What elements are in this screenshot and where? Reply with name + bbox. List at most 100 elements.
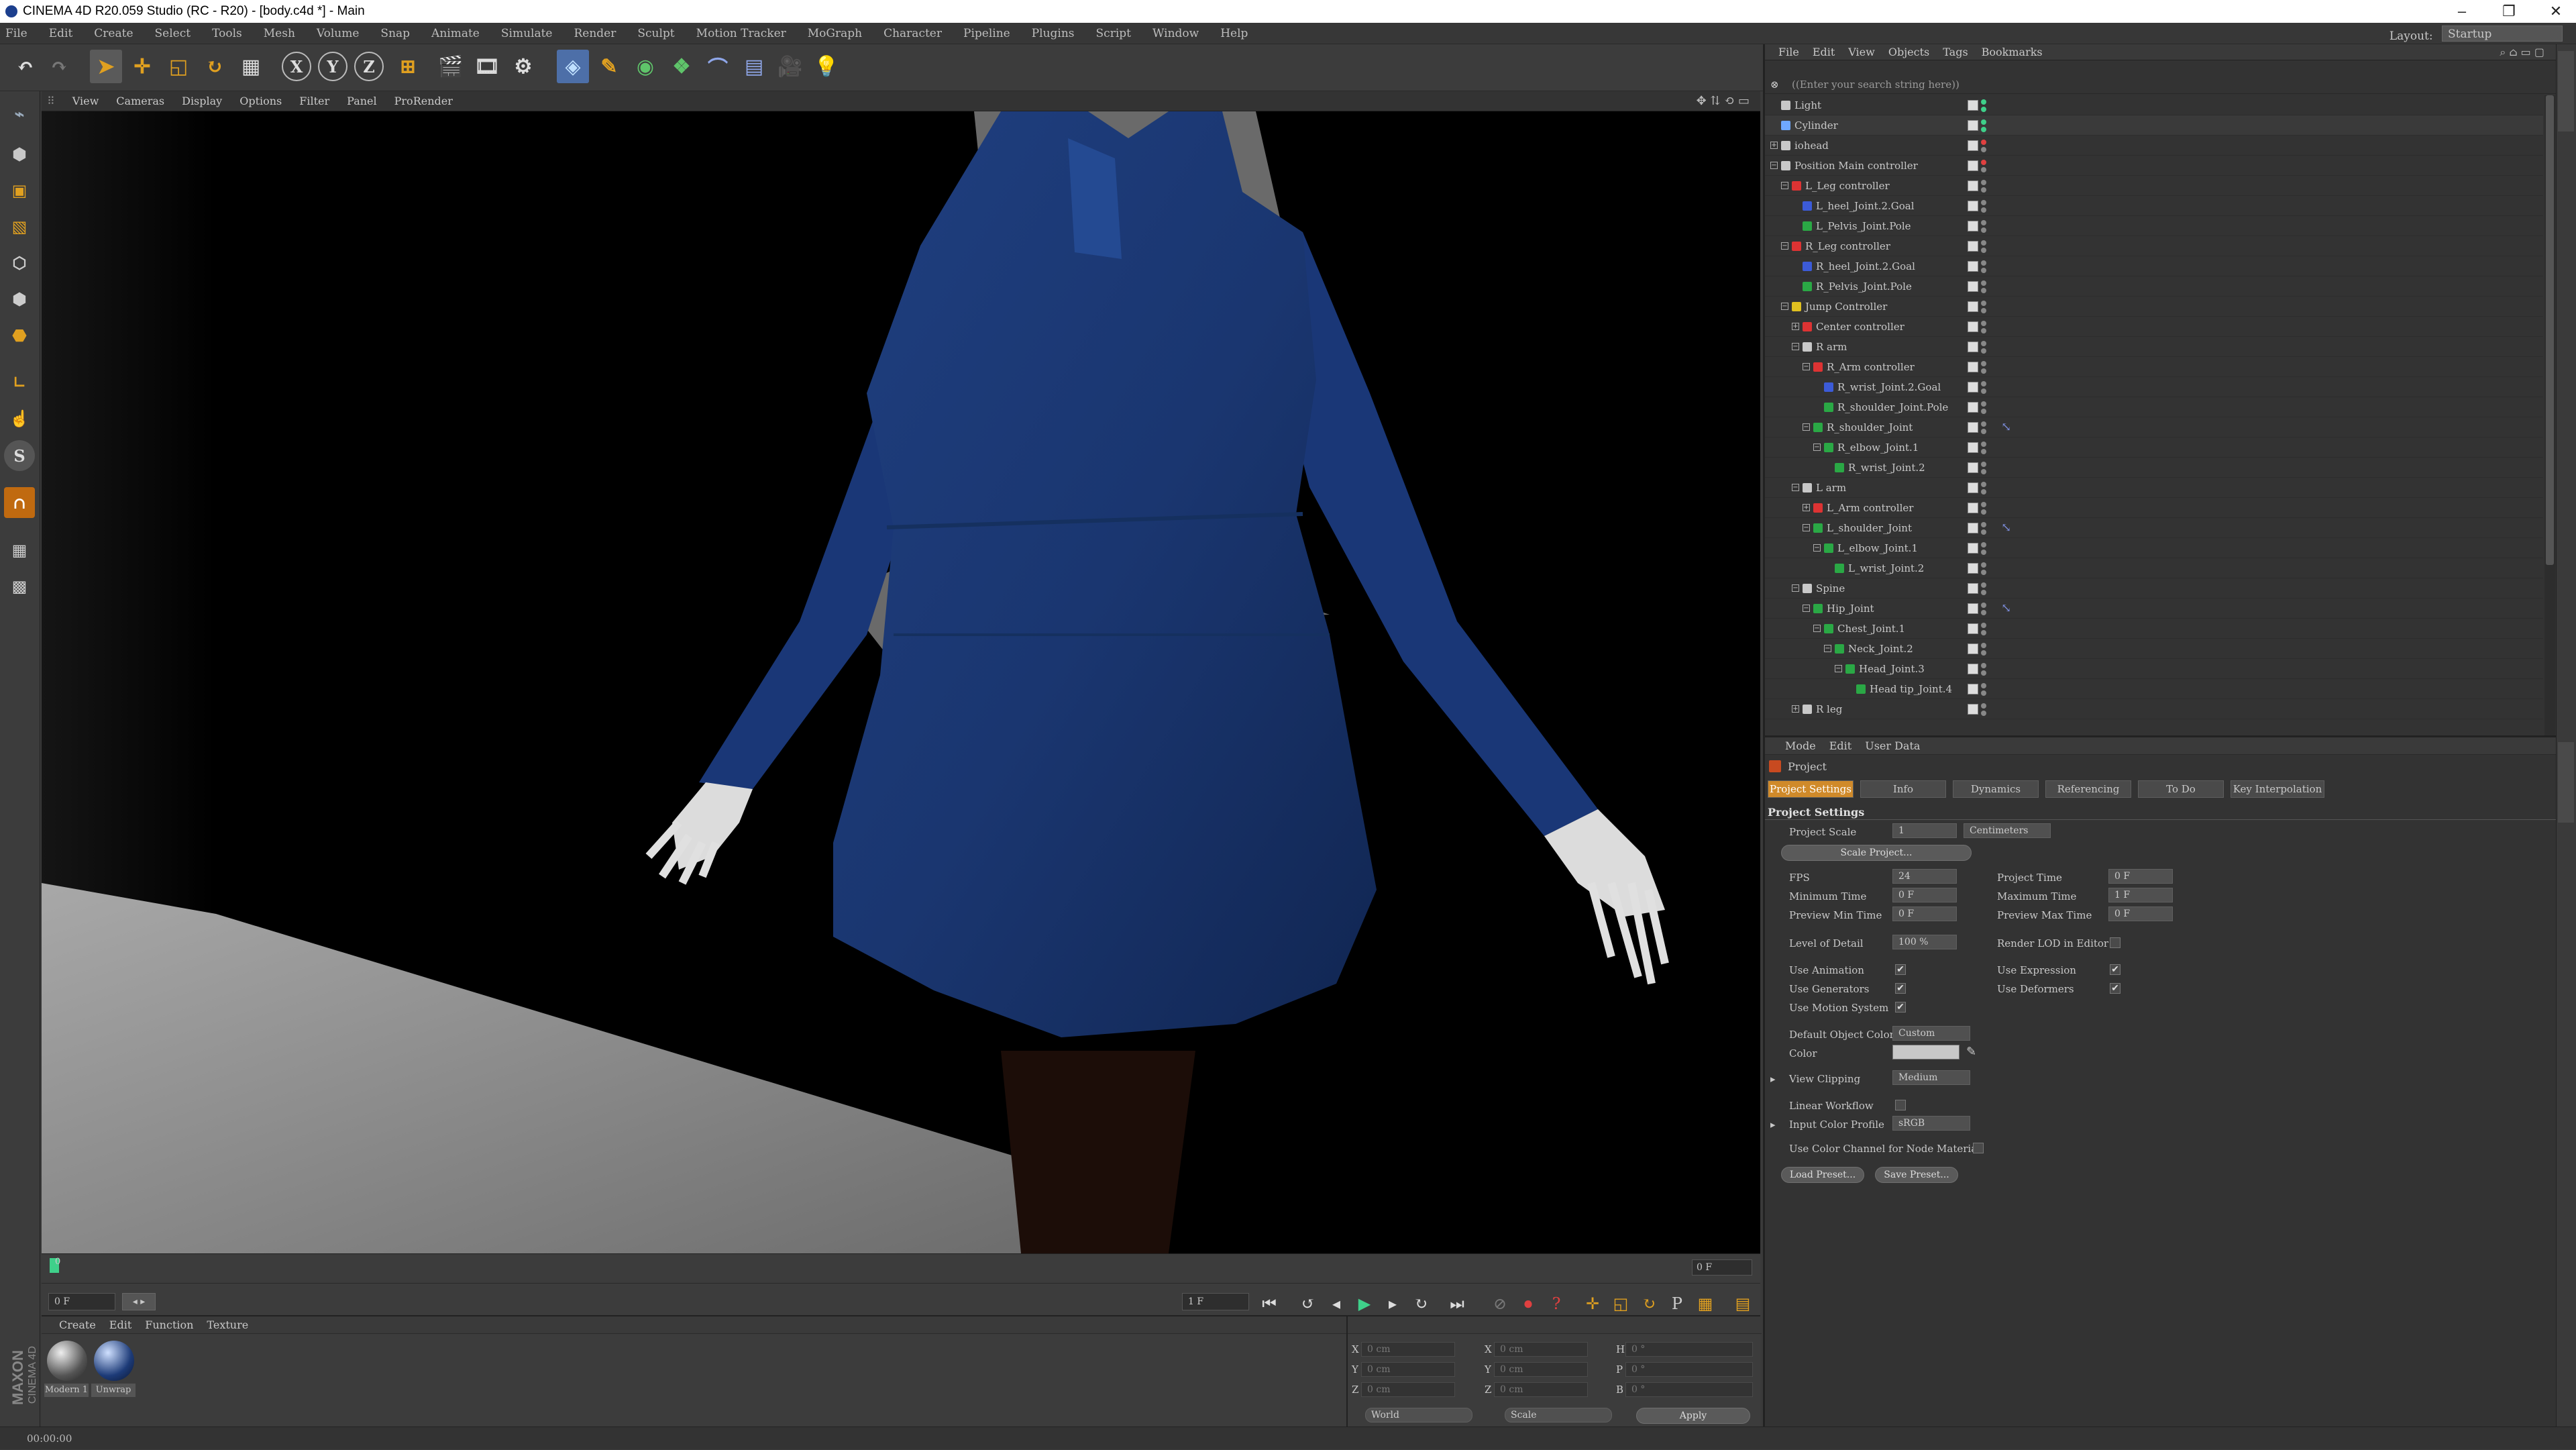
layer-tag-icon[interactable] [1968, 603, 1978, 614]
use-animation-checkbox[interactable]: ✔ [1895, 964, 1906, 975]
layer-tag-icon[interactable] [1968, 342, 1978, 352]
editor-visibility-icon[interactable] [1981, 442, 1986, 447]
layer-tag-icon[interactable] [1968, 482, 1978, 493]
coord-apply-button[interactable]: Apply [1636, 1408, 1750, 1424]
editor-visibility-icon[interactable] [1981, 582, 1986, 588]
object-name[interactable]: R_shoulder_Joint [1827, 417, 1913, 437]
points-mode-icon[interactable]: ⬡ [4, 247, 35, 278]
menu-item[interactable]: Motion Tracker [696, 23, 786, 44]
object-row[interactable]: Head tip_Joint.4 [1765, 679, 2543, 699]
rotate-tool-icon[interactable]: ↻ [199, 50, 231, 83]
render-visibility-icon[interactable] [1981, 389, 1986, 394]
tweak-mode-icon[interactable]: ☝ [4, 403, 35, 433]
attribute-tab[interactable]: Dynamics [1953, 780, 2039, 798]
object-name[interactable]: R_wrist_Joint.2.Goal [1837, 377, 1941, 397]
tree-expander-icon[interactable]: − [1770, 162, 1778, 169]
next-key-icon[interactable]: ↻ [1407, 1290, 1434, 1317]
project-time-field[interactable]: 0 F [2108, 869, 2173, 884]
layer-tag-icon[interactable] [1968, 643, 1978, 654]
load-preset-button[interactable]: Load Preset... [1781, 1167, 1864, 1183]
object-row[interactable]: − Hip_Joint ⤡ [1765, 599, 2543, 619]
object-row[interactable]: − L_Leg controller [1765, 176, 2543, 196]
record-keys-icon[interactable]: ⊘ [1487, 1290, 1513, 1317]
current-frame-field[interactable]: 0 F [48, 1293, 115, 1310]
ik-tag-icon[interactable]: ⤡ [2001, 602, 2016, 615]
material-menu-item[interactable]: Edit [109, 1316, 131, 1334]
editor-visibility-icon[interactable] [1981, 502, 1986, 507]
render-visibility-icon[interactable] [1981, 429, 1986, 434]
object-name[interactable]: L_Pelvis_Joint.Pole [1816, 216, 1911, 236]
object-row[interactable]: − Head_Joint.3 [1765, 659, 2543, 679]
z-axis-lock-button[interactable]: Z [354, 52, 384, 81]
tree-expander-icon[interactable]: − [1824, 645, 1831, 652]
viewport-menu-item[interactable]: Cameras [116, 91, 164, 111]
object-name[interactable]: Head tip_Joint.4 [1870, 679, 1952, 699]
object-name[interactable]: R_shoulder_Joint.Pole [1837, 397, 1948, 417]
object-row[interactable]: + Center controller [1765, 317, 2543, 337]
node-material-checkbox[interactable] [1973, 1143, 1984, 1153]
y-axis-lock-button[interactable]: Y [318, 52, 347, 81]
menu-item[interactable]: Tools [212, 23, 242, 44]
objects-side-tab[interactable] [2558, 51, 2574, 132]
editor-visibility-icon[interactable] [1981, 462, 1986, 467]
layer-tag-icon[interactable] [1968, 362, 1978, 372]
autokey-icon[interactable]: ? [1543, 1290, 1570, 1317]
select-tool-icon[interactable]: ➤ [90, 50, 122, 83]
object-name[interactable]: R_Pelvis_Joint.Pole [1816, 276, 1912, 297]
object-row[interactable]: − Position Main controller [1765, 156, 2543, 176]
editor-visibility-icon[interactable] [1981, 99, 1986, 105]
render-visibility-icon[interactable] [1981, 449, 1986, 454]
recent-tools-icon[interactable]: ▦ [235, 50, 267, 83]
layer-tag-icon[interactable] [1968, 684, 1978, 694]
tree-expander-icon[interactable]: − [1813, 444, 1821, 451]
render-picture-viewer-icon[interactable]: 🎞 [471, 50, 503, 83]
material-menu-item[interactable]: Function [145, 1316, 193, 1334]
object-row[interactable]: − R arm [1765, 337, 2543, 357]
coord-position-field[interactable]: 0 cm [1361, 1362, 1455, 1377]
solo-mode-icon[interactable]: S [4, 440, 35, 471]
object-row[interactable]: L_heel_Joint.2.Goal [1765, 196, 2543, 216]
axis-mode-icon[interactable]: ∟ [4, 366, 35, 397]
input-profile-expander[interactable]: ▸ [1770, 1119, 1776, 1131]
use-generators-checkbox[interactable]: ✔ [1895, 983, 1906, 994]
tree-expander-icon[interactable]: − [1803, 363, 1810, 370]
preview-max-field[interactable]: 0 F [2108, 907, 2173, 921]
coord-rotation-field[interactable]: 0 ° [1625, 1362, 1753, 1377]
undo-icon[interactable]: ↶ [9, 50, 42, 83]
editor-visibility-icon[interactable] [1981, 603, 1986, 608]
object-manager-menu-item[interactable]: File [1778, 44, 1799, 60]
render-visibility-icon[interactable] [1981, 328, 1986, 333]
deformer-bend-icon[interactable]: ⌒ [702, 50, 734, 83]
render-visibility-icon[interactable] [1981, 590, 1986, 595]
max-time-field[interactable]: 1 F [2108, 888, 2173, 902]
edges-mode-icon[interactable]: ⬢ [4, 283, 35, 314]
object-manager-menu-item[interactable]: Tags [1943, 44, 1968, 60]
tree-expander-icon[interactable]: − [1781, 242, 1788, 250]
menu-item[interactable]: Sculpt [637, 23, 674, 44]
layer-tag-icon[interactable] [1968, 281, 1978, 292]
prev-frame-icon[interactable]: ◂ [1323, 1290, 1350, 1317]
coord-position-field[interactable]: 0 cm [1361, 1342, 1455, 1357]
object-name[interactable]: Light [1794, 95, 1821, 115]
render-visibility-icon[interactable] [1981, 711, 1986, 716]
layer-tag-icon[interactable] [1968, 201, 1978, 211]
material-menu-item[interactable]: Texture [207, 1316, 248, 1334]
default-color-dropdown[interactable]: Custom [1892, 1026, 1970, 1041]
timeline-ruler[interactable]: 0 0 F [42, 1253, 1760, 1283]
texture-mode-icon[interactable]: ▣ [4, 174, 35, 205]
layer-tag-icon[interactable] [1968, 120, 1978, 131]
menu-item[interactable]: Help [1220, 23, 1248, 44]
tree-expander-icon[interactable]: − [1792, 584, 1799, 592]
editor-visibility-icon[interactable] [1981, 119, 1986, 125]
layer-tag-icon[interactable] [1968, 321, 1978, 332]
attribute-tab[interactable]: Key Interpolation [2231, 780, 2324, 798]
editor-visibility-icon[interactable] [1981, 361, 1986, 366]
object-name[interactable]: Hip_Joint [1827, 599, 1874, 619]
layer-tag-icon[interactable] [1968, 462, 1978, 473]
menu-item[interactable]: Edit [49, 23, 73, 44]
coord-size-field[interactable]: 0 cm [1494, 1342, 1588, 1357]
render-visibility-icon[interactable] [1981, 368, 1986, 374]
workplane-lock-icon[interactable]: ▦ [4, 534, 35, 565]
input-profile-dropdown[interactable]: sRGB [1892, 1116, 1970, 1131]
object-name[interactable]: L_shoulder_Joint [1827, 518, 1912, 538]
